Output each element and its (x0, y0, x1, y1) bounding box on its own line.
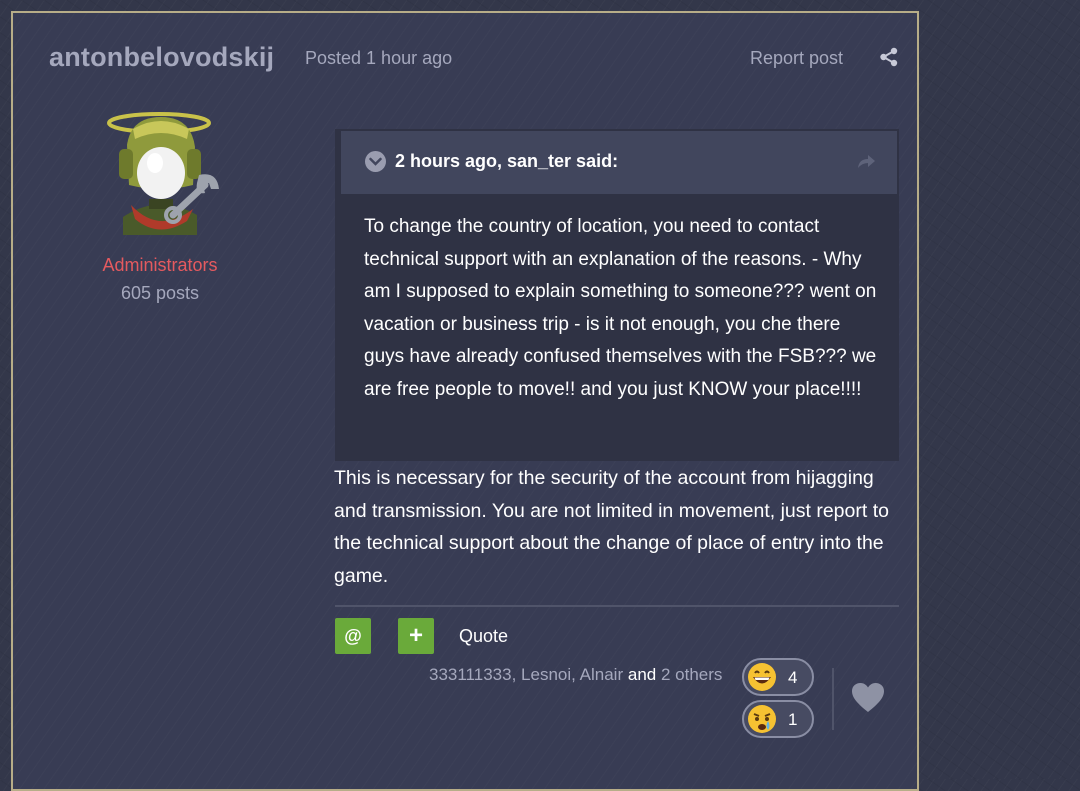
others-link[interactable]: 2 others (661, 665, 722, 684)
quote-header: 2 hours ago, san_ter said: (341, 131, 897, 194)
multiquote-button[interactable]: + (398, 618, 434, 654)
quote-block: 2 hours ago, san_ter said: To change the… (335, 129, 899, 461)
heart-icon[interactable] (850, 681, 886, 715)
reactor-link[interactable]: 333111333 (429, 665, 512, 684)
grinning-face-icon (748, 663, 776, 691)
go-to-post-arrow-icon[interactable] (855, 151, 877, 173)
quote-button[interactable]: Quote (459, 626, 508, 647)
report-post-link[interactable]: Report post (750, 48, 843, 69)
forum-post: antonbelovodskij Posted 1 hour ago Repor… (11, 11, 919, 791)
post-timestamp[interactable]: Posted 1 hour ago (305, 48, 452, 69)
reactor-link[interactable]: Alnair (580, 665, 623, 684)
user-group: Administrators (102, 255, 218, 275)
and-text: and (627, 665, 657, 684)
reaction-count: 4 (788, 668, 798, 687)
reaction-sad[interactable]: 1 (742, 700, 814, 738)
chevron-down-icon[interactable] (365, 151, 386, 172)
post-count: 605 posts (120, 283, 200, 303)
post-body: This is necessary for the security of th… (334, 467, 889, 587)
reaction-users: 333111333, Lesnoi, Alnair and 2 others (429, 665, 722, 685)
user-avatar[interactable] (101, 105, 227, 235)
crying-face-icon (748, 705, 776, 733)
divider (335, 605, 899, 607)
reaction-count: 1 (788, 710, 798, 729)
reaction-laugh[interactable]: 4 (742, 658, 814, 696)
reactor-link[interactable]: Lesnoi (521, 665, 571, 684)
share-icon[interactable] (879, 47, 899, 67)
separator: , (511, 665, 522, 684)
quote-text: To change the country of location, you n… (364, 216, 877, 400)
separator: , (571, 665, 580, 684)
reaction-separator (832, 668, 834, 730)
mention-button[interactable]: @ (335, 618, 371, 654)
quote-citation[interactable]: 2 hours ago, san_ter said: (395, 151, 618, 172)
author-name[interactable]: antonbelovodskij (49, 42, 274, 73)
